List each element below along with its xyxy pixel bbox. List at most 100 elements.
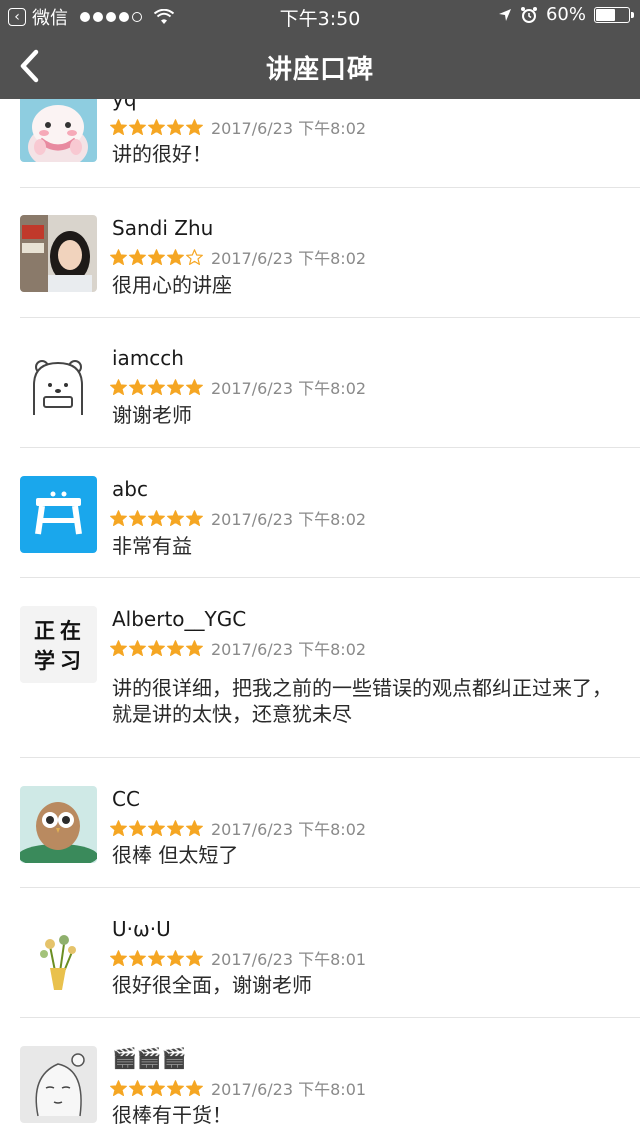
battery-percent: 60%: [545, 4, 586, 25]
nav-bar: 讲座口碑: [0, 34, 640, 99]
review-comment: 讲的很详细，把我之前的一些错误的观点都纠正过来了，就是讲的太快，还意犹未尽: [112, 676, 612, 726]
star-filled-icon: [167, 1079, 184, 1096]
rating-line: 2017/6/23 下午8:02: [110, 818, 367, 839]
battery-icon: [594, 6, 634, 23]
photo-girl-avatar[interactable]: [20, 215, 97, 292]
text-avatar[interactable]: 正 在 学 习: [20, 606, 97, 683]
star-rating: [110, 949, 203, 967]
star-filled-icon: [148, 378, 165, 395]
rating-line: 2017/6/23 下午8:02: [110, 247, 367, 268]
star-filled-icon: [110, 639, 127, 656]
star-filled-icon: [186, 639, 203, 656]
battery-level: [596, 8, 615, 21]
star-filled-icon: [110, 819, 127, 836]
review-time: 2017/6/23 下午8:02: [211, 640, 367, 659]
star-filled-icon: [167, 248, 184, 265]
star-filled-icon: [148, 248, 165, 265]
review-time: 2017/6/23 下午8:02: [211, 379, 367, 398]
star-rating: [110, 509, 203, 527]
review-comment: 讲的很好！: [112, 142, 212, 166]
star-filled-icon: [110, 118, 127, 135]
star-filled-icon: [110, 509, 127, 526]
star-filled-icon: [186, 378, 203, 395]
star-filled-icon: [148, 819, 165, 836]
location-arrow-icon: [498, 8, 511, 21]
status-bar: ‹ 微信 下午3:50 60%: [0, 0, 640, 34]
star-filled-icon: [129, 509, 146, 526]
page-title: 讲座口碑: [265, 55, 374, 85]
review-time: 2017/6/23 下午8:01: [211, 1080, 367, 1099]
star-filled-icon: [186, 1079, 203, 1096]
star-filled-icon: [110, 1079, 127, 1096]
review-item[interactable]: iamcch 2017/6/23 下午8:02 谢谢老师: [0, 318, 640, 448]
rating-line: 2017/6/23 下午8:02: [110, 508, 367, 529]
star-filled-icon: [186, 509, 203, 526]
star-filled-icon: [167, 509, 184, 526]
star-filled-icon: [110, 949, 127, 966]
flower-bouquet-avatar[interactable]: [20, 916, 97, 993]
star-filled-icon: [148, 949, 165, 966]
star-filled-icon: [129, 819, 146, 836]
review-comment: 很棒 但太短了: [112, 843, 239, 867]
review-time: 2017/6/23 下午8:02: [211, 249, 367, 268]
blue-stool-avatar[interactable]: [20, 476, 97, 553]
star-filled-icon: [110, 248, 127, 265]
star-rating: [110, 378, 203, 396]
review-time: 2017/6/23 下午8:02: [211, 119, 367, 138]
star-filled-icon: [129, 1079, 146, 1096]
sketch-girl-avatar[interactable]: [20, 1046, 97, 1123]
user-name: Alberto__YGC: [112, 607, 247, 631]
star-filled-icon: [129, 378, 146, 395]
review-item[interactable]: CC 2017/6/23 下午8:02 很棒 但太短了: [0, 758, 640, 888]
star-rating: [110, 248, 203, 266]
review-comment: 谢谢老师: [112, 403, 192, 427]
rating-line: 2017/6/23 下午8:02: [110, 377, 367, 398]
review-comment: 很用心的讲座: [112, 273, 232, 297]
review-item[interactable]: U·ω·U 2017/6/23 下午8:01 很好很全面，谢谢老师: [0, 888, 640, 1018]
alarm-clock-icon: [520, 6, 537, 23]
user-name: iamcch: [112, 346, 184, 370]
star-empty-icon: [186, 248, 203, 265]
star-filled-icon: [167, 819, 184, 836]
star-filled-icon: [186, 118, 203, 135]
star-filled-icon: [167, 949, 184, 966]
star-filled-icon: [129, 639, 146, 656]
star-filled-icon: [129, 949, 146, 966]
star-filled-icon: [186, 949, 203, 966]
review-time: 2017/6/23 下午8:02: [211, 510, 367, 529]
review-item[interactable]: 正 在 学 习 Alberto__YGC 2017/6/23 下午8:02 讲的…: [0, 578, 640, 758]
star-filled-icon: [167, 118, 184, 135]
cartoon-bear-avatar[interactable]: [20, 345, 97, 422]
avatar-text: 习: [60, 649, 81, 673]
avatar-text: 正: [34, 619, 55, 643]
owl-painting-avatar[interactable]: [20, 786, 97, 863]
header: ‹ 微信 下午3:50 60% 讲座口碑: [0, 0, 640, 99]
rating-line: 2017/6/23 下午8:01: [110, 1078, 367, 1099]
star-filled-icon: [148, 639, 165, 656]
star-filled-icon: [186, 819, 203, 836]
star-filled-icon: [129, 248, 146, 265]
review-time: 2017/6/23 下午8:01: [211, 950, 367, 969]
rating-line: 2017/6/23 下午8:02: [110, 638, 367, 659]
avatar-text: 在: [60, 619, 81, 643]
star-filled-icon: [148, 118, 165, 135]
review-time: 2017/6/23 下午8:02: [211, 820, 367, 839]
review-comment: 非常有益: [112, 534, 192, 558]
review-comment: 很棒有干货！: [112, 1103, 232, 1127]
star-filled-icon: [129, 118, 146, 135]
star-rating: [110, 1079, 203, 1097]
user-name: U·ω·U: [112, 917, 171, 941]
review-item[interactable]: 🎬🎬🎬 2017/6/23 下午8:01 很棒有干货！: [0, 1018, 640, 1138]
star-filled-icon: [148, 509, 165, 526]
star-rating: [110, 639, 203, 657]
user-name: abc: [112, 477, 148, 501]
review-item[interactable]: abc 2017/6/23 下午8:02 非常有益: [0, 448, 640, 578]
star-rating: [110, 118, 203, 136]
review-item[interactable]: Sandi Zhu 2017/6/23 下午8:02 很用心的讲座: [0, 188, 640, 318]
star-filled-icon: [110, 378, 127, 395]
user-name: CC: [112, 787, 140, 811]
rating-line: 2017/6/23 下午8:01: [110, 948, 367, 969]
star-rating: [110, 819, 203, 837]
avatar-text: 学: [34, 649, 55, 673]
rating-line: 2017/6/23 下午8:02: [110, 117, 367, 138]
